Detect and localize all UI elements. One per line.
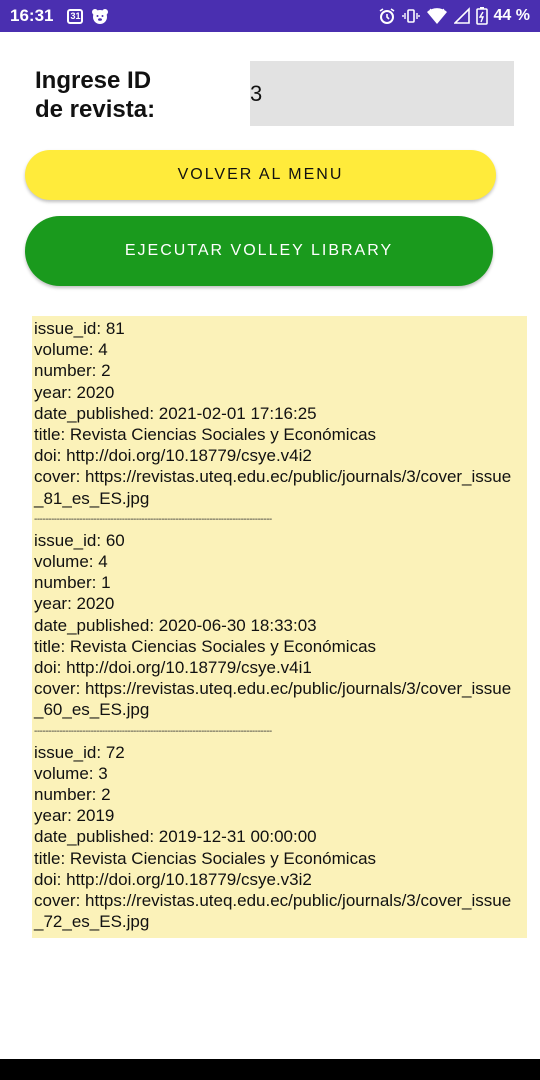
issue-year: year: 2019 [34, 806, 115, 826]
issue-title: title: Revista Ciencias Sociales y Econó… [34, 425, 377, 445]
wifi-icon [426, 7, 448, 25]
issue-doi: doi: http://doi.org/10.18779/csye.v4i2 [34, 446, 312, 466]
issue-cover: cover: https://revistas.uteq.edu.ec/publ… [34, 679, 512, 720]
results-panel: issue_id: 81 volume: 4 number: 2 year: 2… [32, 316, 527, 938]
separator: ----------------------------------------… [34, 513, 272, 525]
issue-id: issue_id: 72 [34, 742, 125, 762]
bear-icon [91, 7, 109, 25]
issue-block: issue_id: 72 volume: 3 number: 2 year: 2… [34, 742, 527, 933]
vibrate-icon [401, 7, 420, 25]
issue-number: number: 2 [34, 361, 111, 381]
issue-year: year: 2020 [34, 382, 115, 402]
status-bar: 16:31 31 44 % [0, 0, 540, 32]
issue-date-published: date_published: 2020-06-30 18:33:03 [34, 615, 317, 635]
issue-year: year: 2020 [34, 594, 115, 614]
issue-id: issue_id: 81 [34, 319, 125, 338]
separator: ----------------------------------------… [34, 725, 272, 737]
issue-volume: volume: 4 [34, 340, 108, 360]
battery-icon [475, 7, 488, 25]
status-time: 16:31 [10, 6, 54, 25]
battery-percent: 44 % [493, 7, 530, 24]
issue-id: issue_id: 60 [34, 530, 125, 550]
issue-cover: cover: https://revistas.uteq.edu.ec/publ… [34, 467, 512, 508]
back-to-menu-button[interactable]: VOLVER AL MENU [25, 150, 496, 200]
id-label: Ingrese ID de revista: [35, 67, 156, 123]
issue-number: number: 2 [34, 785, 111, 805]
journal-id-input[interactable]: 3 [250, 61, 514, 126]
issue-date-published: date_published: 2019-12-31 00:00:00 [34, 827, 317, 847]
issue-title: title: Revista Ciencias Sociales y Econó… [34, 848, 377, 868]
calendar-icon: 31 [67, 8, 84, 24]
issue-volume: volume: 3 [34, 763, 108, 783]
journal-id-value: 3 [250, 80, 263, 106]
execute-volley-button[interactable]: EJECUTAR VOLLEY LIBRARY [25, 216, 493, 286]
status-icons: 44 % [378, 7, 530, 25]
issue-block: issue_id: 81 volume: 4 number: 2 year: 2… [34, 318, 527, 509]
signal-icon [453, 7, 470, 25]
issue-number: number: 1 [34, 573, 111, 593]
issue-date-published: date_published: 2021-02-01 17:16:25 [34, 403, 317, 423]
issue-doi: doi: http://doi.org/10.18779/csye.v4i1 [34, 658, 312, 678]
issue-title: title: Revista Ciencias Sociales y Econó… [34, 636, 377, 656]
issue-cover: cover: https://revistas.uteq.edu.ec/publ… [34, 891, 512, 932]
alarm-icon [378, 7, 396, 25]
issue-doi: doi: http://doi.org/10.18779/csye.v3i2 [34, 869, 312, 889]
issue-block: issue_id: 60 volume: 4 number: 1 year: 2… [34, 530, 527, 721]
issue-volume: volume: 4 [34, 552, 108, 572]
navigation-bar [0, 1059, 540, 1080]
